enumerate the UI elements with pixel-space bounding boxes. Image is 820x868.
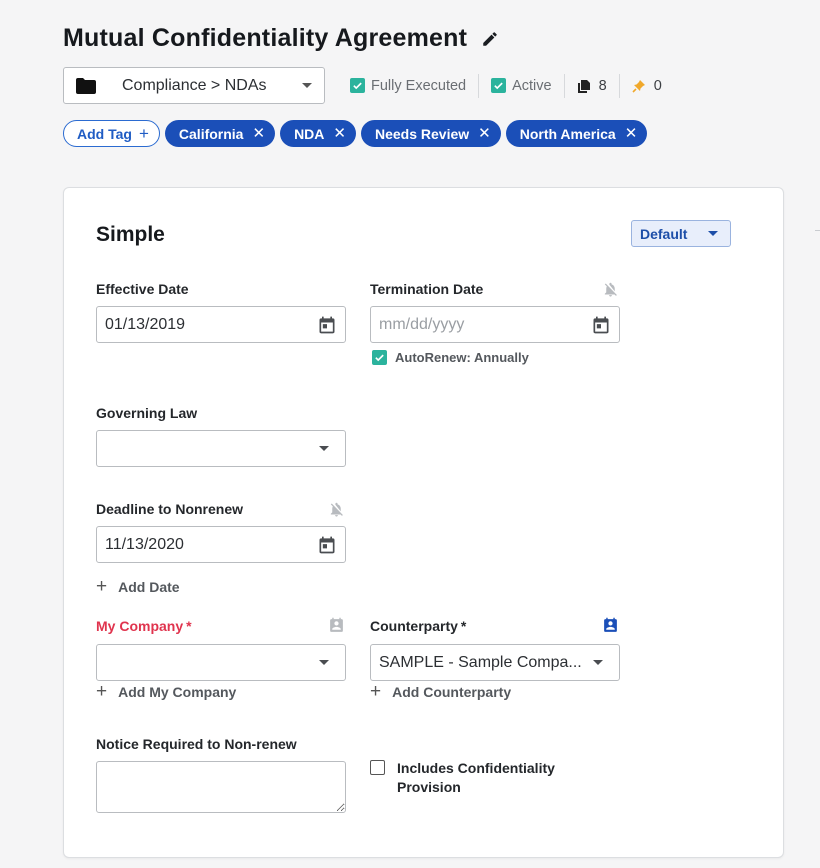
- tag-chip[interactable]: Needs Review ✕: [360, 120, 501, 147]
- deadline-nonrenew-label: Deadline to Nonrenew: [96, 501, 244, 517]
- tag-chip[interactable]: NDA ✕: [280, 120, 356, 147]
- tag-label: North America: [519, 125, 616, 142]
- notice-required-label: Notice Required to Non-renew: [96, 736, 297, 752]
- includes-confidentiality-label-line2: Provision: [397, 779, 461, 795]
- governing-law-select[interactable]: [96, 430, 346, 467]
- autorenew-label: AutoRenew: Annually: [395, 350, 529, 365]
- pages-count[interactable]: 8: [577, 78, 607, 94]
- effective-date-input[interactable]: 01/13/2019: [96, 306, 346, 343]
- pins-count-value: 0: [653, 77, 662, 94]
- chevron-down-icon: [319, 660, 329, 665]
- tag-chip[interactable]: North America ✕: [505, 120, 648, 147]
- divider: [478, 73, 480, 98]
- divider: [815, 230, 820, 231]
- effective-date-value: 01/13/2019: [105, 315, 186, 333]
- deadline-nonrenew-input[interactable]: 11/13/2020: [96, 526, 346, 563]
- chevron-down-icon: [319, 446, 329, 451]
- meta-row: Compliance > NDAs Fully Executed Active …: [63, 67, 662, 104]
- add-counterparty-button[interactable]: + Add Counterparty: [370, 682, 511, 701]
- my-company-label-text: My Company: [96, 618, 184, 634]
- folder-select[interactable]: Compliance > NDAs: [63, 67, 325, 104]
- governing-law-label: Governing Law: [96, 405, 198, 421]
- includes-confidentiality-label-line1: Includes Confidentiality: [397, 760, 555, 776]
- bell-off-icon[interactable]: [328, 501, 345, 518]
- pin-icon: [632, 79, 645, 93]
- counterparty-label: Counterparty *: [370, 618, 466, 634]
- pencil-icon[interactable]: [481, 30, 499, 48]
- notice-required-textarea[interactable]: [96, 761, 346, 813]
- add-tag-button[interactable]: Add Tag +: [63, 120, 160, 147]
- termination-date-label: Termination Date: [370, 281, 484, 297]
- effective-date-label: Effective Date: [96, 281, 189, 297]
- add-my-company-button[interactable]: + Add My Company: [96, 682, 236, 701]
- close-icon[interactable]: ✕: [333, 126, 346, 141]
- divider: [563, 73, 565, 98]
- folder-path: Compliance > NDAs: [122, 76, 267, 94]
- tag-label: NDA: [294, 125, 325, 142]
- plus-icon: +: [370, 681, 382, 702]
- section-title: Simple: [96, 223, 165, 246]
- fully-executed-label: Fully Executed: [371, 77, 467, 94]
- tag-label: Needs Review: [374, 125, 470, 142]
- my-company-select[interactable]: [96, 644, 346, 681]
- form-card: Simple Default Effective Date 01/13/2019…: [63, 187, 784, 858]
- contact-card-icon[interactable]: [328, 617, 345, 634]
- contact-card-icon[interactable]: [602, 617, 619, 634]
- close-icon[interactable]: ✕: [252, 126, 265, 141]
- calendar-icon[interactable]: [591, 315, 611, 335]
- counterparty-value: SAMPLE - Sample Compa...: [379, 653, 582, 671]
- view-select[interactable]: Default: [631, 220, 731, 247]
- chevron-down-icon: [302, 83, 312, 88]
- counterparty-label-text: Counterparty: [370, 618, 458, 634]
- divider: [618, 73, 620, 98]
- add-my-company-label: Add My Company: [118, 683, 237, 700]
- includes-confidentiality-checkbox[interactable]: Includes Confidentiality Provision: [370, 759, 555, 797]
- includes-confidentiality-label: Includes Confidentiality Provision: [397, 759, 555, 797]
- add-tag-label: Add Tag: [77, 125, 132, 142]
- add-date-label: Add Date: [118, 578, 180, 595]
- calendar-icon[interactable]: [317, 315, 337, 335]
- pages-count-value: 8: [598, 77, 607, 94]
- termination-date-placeholder: mm/dd/yyyy: [379, 315, 465, 333]
- view-select-value: Default: [640, 225, 688, 242]
- termination-date-input[interactable]: mm/dd/yyyy: [370, 306, 620, 343]
- close-icon[interactable]: ✕: [478, 126, 491, 141]
- title-row: Mutual Confidentiality Agreement: [63, 24, 499, 53]
- add-counterparty-label: Add Counterparty: [392, 683, 512, 700]
- chevron-down-icon: [708, 231, 718, 236]
- pins-count[interactable]: 0: [632, 78, 662, 94]
- checkbox-checked-icon[interactable]: [491, 78, 507, 93]
- close-icon[interactable]: ✕: [625, 126, 638, 141]
- active-status[interactable]: Active: [491, 78, 552, 94]
- tag-list: Add Tag + California ✕ NDA ✕ Needs Revie…: [63, 120, 648, 147]
- my-company-label: My Company *: [96, 618, 192, 634]
- folder-icon: [76, 77, 96, 94]
- plus-icon: +: [96, 681, 108, 702]
- active-label: Active: [512, 77, 552, 94]
- documents-icon: [577, 79, 590, 93]
- tag-label: California: [178, 125, 244, 142]
- required-mark: *: [460, 618, 467, 634]
- bell-off-icon[interactable]: [602, 281, 619, 298]
- plus-icon: +: [138, 124, 149, 143]
- plus-icon: +: [96, 576, 108, 597]
- fully-executed-status[interactable]: Fully Executed: [350, 78, 466, 94]
- checkbox-checked-icon[interactable]: [350, 78, 365, 93]
- page-title: Mutual Confidentiality Agreement: [63, 24, 468, 52]
- counterparty-select[interactable]: SAMPLE - Sample Compa...: [370, 644, 620, 681]
- checkbox-checked-icon[interactable]: [372, 350, 387, 365]
- tag-chip[interactable]: California ✕: [164, 120, 276, 147]
- checkbox-unchecked-icon[interactable]: [370, 760, 385, 775]
- autorenew-checkbox[interactable]: AutoRenew: Annually: [372, 350, 529, 365]
- deadline-nonrenew-value: 11/13/2020: [105, 535, 184, 553]
- calendar-icon[interactable]: [317, 535, 337, 555]
- add-date-button[interactable]: + Add Date: [96, 577, 180, 596]
- chevron-down-icon: [593, 660, 603, 665]
- required-mark: *: [186, 618, 192, 634]
